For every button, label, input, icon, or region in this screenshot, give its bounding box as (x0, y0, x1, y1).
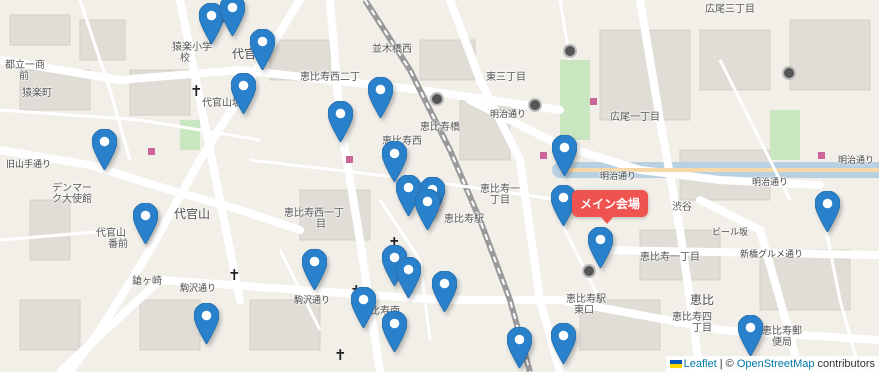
temple-icon (528, 98, 542, 112)
map-pin-icon[interactable] (432, 271, 457, 312)
map-pin-icon[interactable] (396, 257, 421, 298)
building-icon (590, 98, 597, 105)
temple-icon (782, 66, 796, 80)
ukraine-flag-icon (669, 360, 682, 368)
map-pin-icon[interactable] (231, 73, 256, 114)
map-pin-icon[interactable] (302, 249, 327, 290)
building-icon (148, 148, 155, 155)
map-pin-icon[interactable] (415, 189, 440, 230)
building-icon (818, 152, 825, 159)
map-pin-icon[interactable] (133, 203, 158, 244)
leaflet-link[interactable]: Leaflet (684, 358, 717, 370)
map-pin-icon[interactable] (194, 303, 219, 344)
map-pin-icon[interactable] (92, 129, 117, 170)
openstreetmap-link[interactable]: OpenStreetMap (737, 358, 815, 370)
temple-icon (563, 44, 577, 58)
map-pin-icon[interactable] (507, 327, 532, 368)
map-pin-icon[interactable] (250, 29, 275, 70)
main-venue-popup-label: メイン会場 (580, 197, 641, 211)
attribution-suffix: contributors (814, 358, 875, 370)
map-pin-icon[interactable] (368, 77, 393, 118)
map-pin-icon[interactable] (552, 135, 577, 176)
map-pin-icon[interactable] (815, 191, 840, 232)
building-icon (346, 156, 353, 163)
map-attribution: Leaflet | © OpenStreetMap contributors (665, 356, 879, 372)
church-icon: ✝ (334, 346, 347, 364)
map-pin-icon[interactable] (738, 315, 763, 356)
map-view[interactable]: 猿楽小学校 猿楽町 都立一商前 代官山坂 代官 旧山手通り デンマー ク大使館 代… (0, 0, 879, 372)
map-pin-icon[interactable] (351, 287, 376, 328)
map-pin-icon[interactable] (328, 101, 353, 142)
temple-icon (430, 92, 444, 106)
map-pin-icon[interactable] (220, 0, 245, 36)
main-venue-popup[interactable]: メイン会場 (572, 190, 649, 224)
map-pin-icon[interactable] (588, 227, 613, 268)
map-pin-icon[interactable] (382, 311, 407, 352)
attribution-separator: | © (716, 358, 737, 370)
church-icon: ✝ (190, 82, 203, 100)
map-pin-icon[interactable] (551, 323, 576, 364)
church-icon: ✝ (228, 266, 241, 284)
building-icon (540, 152, 547, 159)
